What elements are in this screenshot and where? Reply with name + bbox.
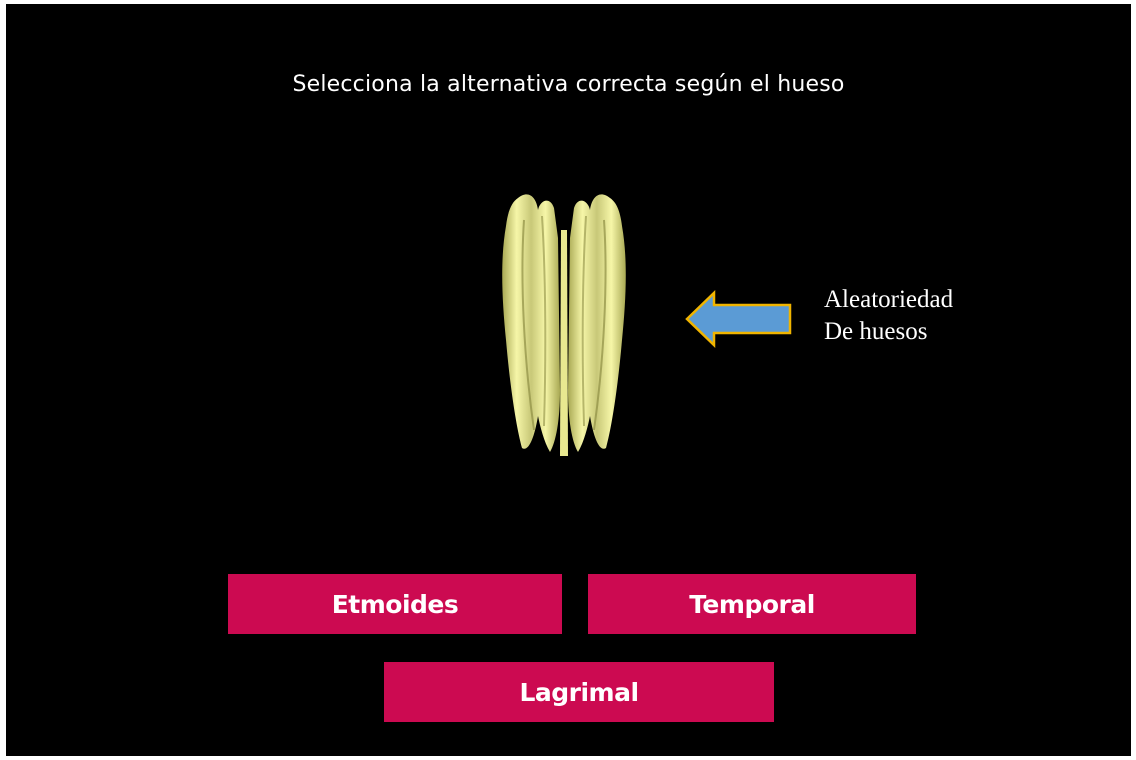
option-lagrimal-button[interactable]: Lagrimal xyxy=(384,662,774,722)
left-arrow-icon xyxy=(685,290,792,348)
annotation-text: Aleatoriedad De huesos xyxy=(824,284,953,348)
option-etmoides-button[interactable]: Etmoides xyxy=(228,574,562,634)
bone-3d-model-icon xyxy=(502,194,626,456)
quiz-screen: Selecciona la alternativa correcta según… xyxy=(6,4,1131,756)
annotation-line-2: De huesos xyxy=(824,318,928,345)
question-title: Selecciona la alternativa correcta según… xyxy=(292,72,845,97)
option-temporal-button[interactable]: Temporal xyxy=(588,574,916,634)
annotation-line-1: Aleatoriedad xyxy=(824,286,954,313)
